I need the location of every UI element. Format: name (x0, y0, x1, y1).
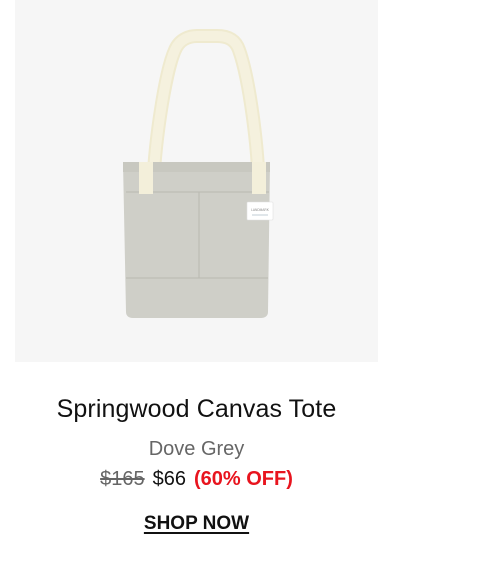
product-title[interactable]: Springwood Canvas Tote (15, 392, 378, 426)
sale-price: $66 (152, 468, 186, 490)
tote-bag-image: LANDMARK (123, 29, 274, 318)
shop-now-link[interactable]: SHOP NOW (144, 513, 249, 534)
price-row: $165 $66 (60% OFF) (15, 465, 378, 493)
label-tag-text: LANDMARK (251, 208, 270, 212)
original-price: $165 (100, 468, 145, 490)
product-color: Dove Grey (148, 438, 245, 460)
product-card[interactable]: LANDMARK Springwood Canvas Tote Dove Gre… (0, 0, 488, 567)
product-image[interactable]: LANDMARK (15, 0, 378, 362)
strap-end-right (252, 162, 266, 194)
discount-badge: (60% OFF) (193, 468, 293, 490)
shop-now-container: SHOP NOW (15, 511, 378, 537)
strap-end-left (139, 162, 153, 194)
